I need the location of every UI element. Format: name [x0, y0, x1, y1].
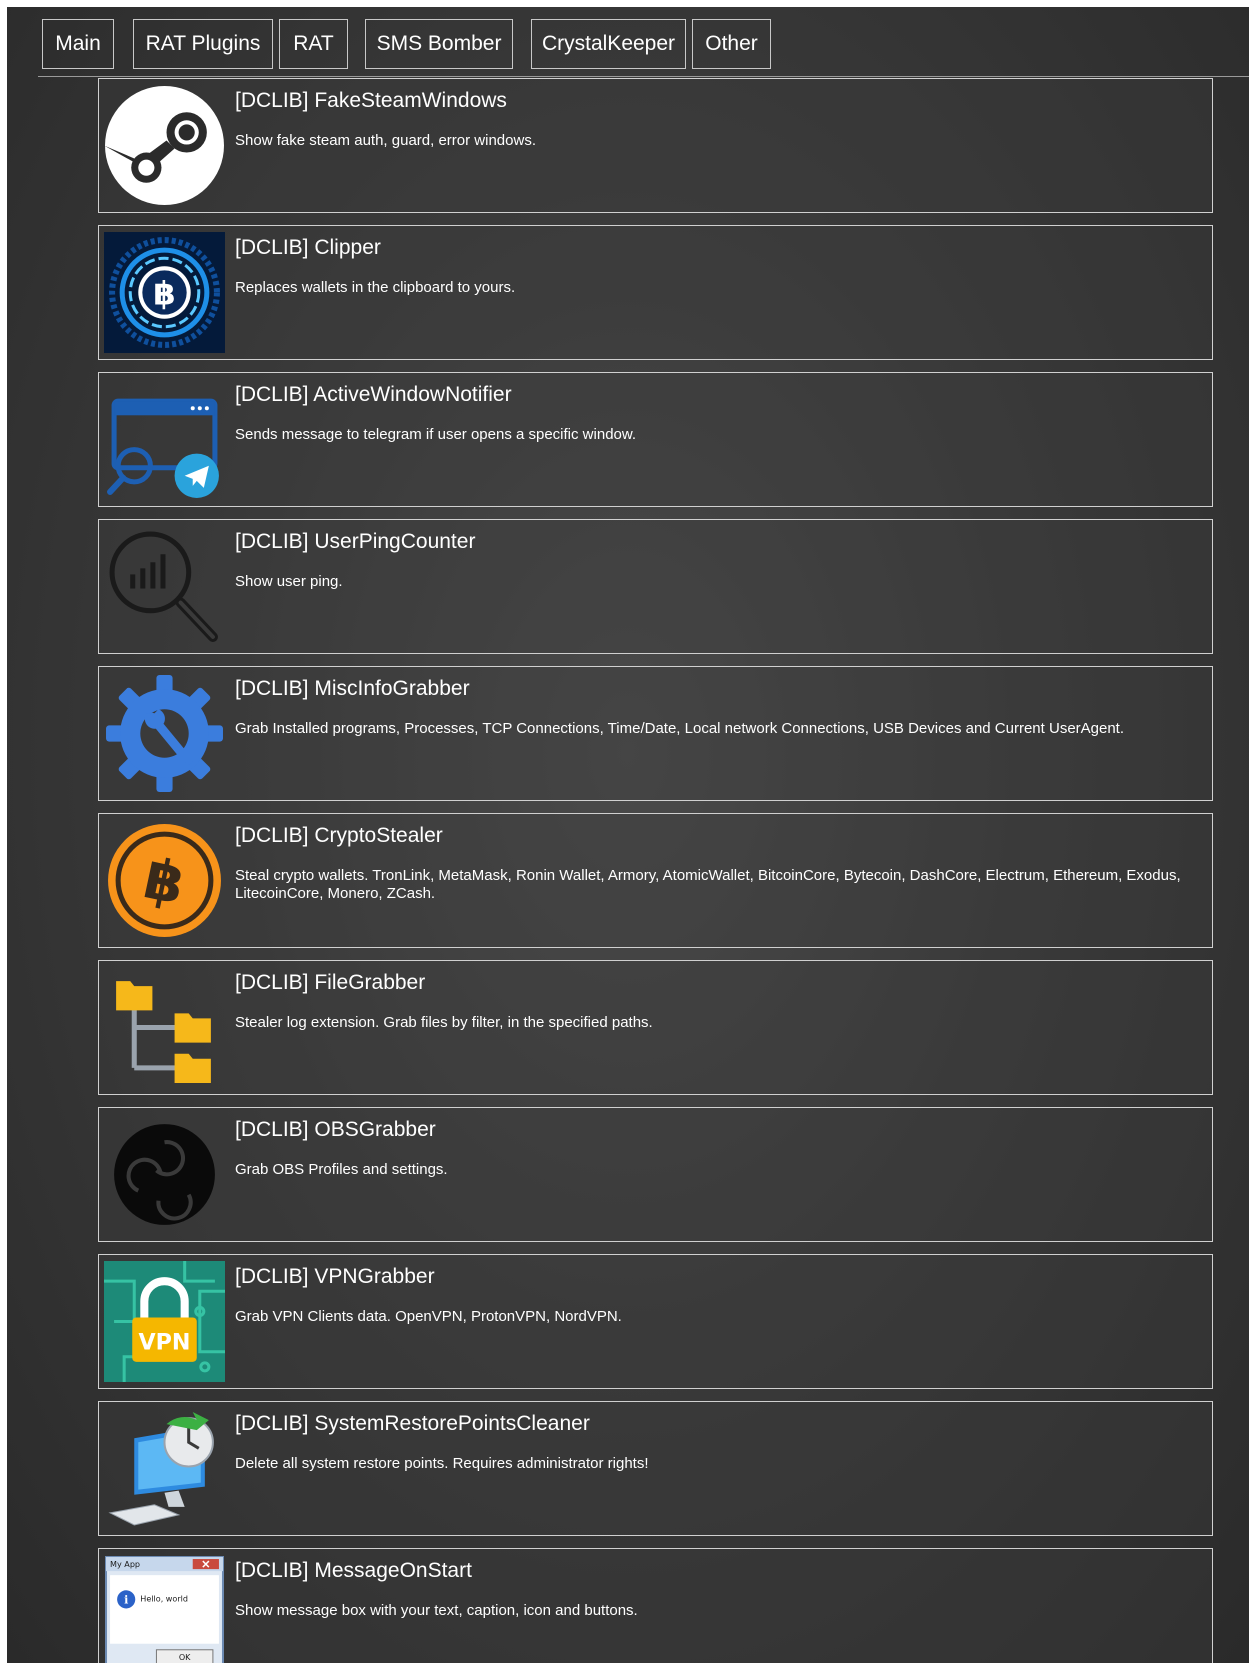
window-telegram-icon [104, 379, 225, 500]
plugin-description: Show user ping. [235, 573, 343, 590]
tab-rat[interactable]: RAT [279, 19, 348, 69]
plugin-description: Replaces wallets in the clipboard to you… [235, 279, 516, 296]
app-window: Main RAT Plugins RAT SMS Bomber CrystalK… [7, 7, 1249, 1663]
plugin-card-vpngrabber[interactable]: VPN [DCLIB] VPNGrabber Grab VPN Clients … [98, 1254, 1213, 1389]
message-box-icon: My App i Hello, world OK [104, 1555, 225, 1663]
plugin-title: [DCLIB] Clipper [235, 236, 381, 259]
plugin-card-filegrabber[interactable]: [DCLIB] FileGrabber Stealer log extensio… [98, 960, 1213, 1095]
plugin-card-obsgrabber[interactable]: [DCLIB] OBSGrabber Grab OBS Profiles and… [98, 1107, 1213, 1242]
plugin-title: [DCLIB] ActiveWindowNotifier [235, 383, 512, 406]
plugin-title: [DCLIB] FakeSteamWindows [235, 89, 507, 112]
plugin-description: Stealer log extension. Grab files by fil… [235, 1014, 653, 1031]
vpn-lock-icon: VPN [104, 1261, 225, 1382]
svg-text:i: i [124, 1593, 128, 1606]
tab-other[interactable]: Other [692, 19, 771, 69]
plugin-description: Show message box with your text, caption… [235, 1602, 638, 1619]
message-box-ok-button: OK [179, 1653, 191, 1662]
message-box-caption: My App [110, 1560, 140, 1569]
plugin-card-fakesteamwindows[interactable]: [DCLIB] FakeSteamWindows Show fake steam… [98, 78, 1213, 213]
tab-sms-bomber[interactable]: SMS Bomber [365, 19, 513, 69]
plugin-title: [DCLIB] FileGrabber [235, 971, 426, 994]
plugin-card-userpingcounter[interactable]: [DCLIB] UserPingCounter Show user ping. [98, 519, 1213, 654]
plugin-description: Grab OBS Profiles and settings. [235, 1161, 448, 1178]
plugin-description: Show fake steam auth, guard, error windo… [235, 132, 536, 149]
plugin-description: Grab Installed programs, Processes, TCP … [235, 720, 1125, 737]
plugin-description: Steal crypto wallets. TronLink, MetaMask… [235, 867, 1181, 902]
plugin-title: [DCLIB] SystemRestorePointsCleaner [235, 1412, 590, 1435]
tab-bar: Main RAT Plugins RAT SMS Bomber CrystalK… [38, 13, 1249, 77]
plugin-description: Delete all system restore points. Requir… [235, 1455, 649, 1472]
magnifier-chart-icon [104, 526, 225, 647]
gear-wrench-icon [104, 673, 225, 794]
plugin-card-systemrestorepointscleaner[interactable]: [DCLIB] SystemRestorePointsCleaner Delet… [98, 1401, 1213, 1536]
plugin-title: [DCLIB] MessageOnStart [235, 1559, 472, 1582]
svg-text:฿: ฿ [153, 275, 175, 313]
bitcoin-coin-icon: ฿ [104, 820, 225, 941]
plugin-card-miscinfograbber[interactable]: [DCLIB] MiscInfoGrabber Grab Installed p… [98, 666, 1213, 801]
folder-tree-icon [104, 967, 225, 1088]
plugin-card-activewindownotifier[interactable]: [DCLIB] ActiveWindowNotifier Sends messa… [98, 372, 1213, 507]
plugin-card-messageonstart[interactable]: My App i Hello, world OK [DCLIB] Message… [98, 1548, 1213, 1663]
plugin-description: Grab VPN Clients data. OpenVPN, ProtonVP… [235, 1308, 622, 1325]
bitcoin-circuit-icon: ฿ [104, 232, 225, 353]
steam-logo-icon [104, 85, 225, 206]
plugin-title: [DCLIB] VPNGrabber [235, 1265, 435, 1288]
plugin-description: Sends message to telegram if user opens … [235, 426, 637, 443]
plugin-card-clipper[interactable]: ฿ [DCLIB] Clipper Replaces wallets in th… [98, 225, 1213, 360]
tab-rat-plugins[interactable]: RAT Plugins [133, 19, 273, 69]
plugin-title: [DCLIB] OBSGrabber [235, 1118, 436, 1141]
tab-main[interactable]: Main [42, 19, 114, 69]
vpn-text: VPN [139, 1330, 191, 1356]
message-box-text: Hello, world [140, 1594, 188, 1603]
plugin-card-cryptostealer[interactable]: ฿ [DCLIB] CryptoStealer Steal crypto wal… [98, 813, 1213, 948]
computer-restore-icon [104, 1408, 225, 1529]
plugin-title: [DCLIB] CryptoStealer [235, 824, 443, 847]
plugin-title: [DCLIB] MiscInfoGrabber [235, 677, 470, 700]
plugin-title: [DCLIB] UserPingCounter [235, 530, 476, 553]
tab-crystalkeeper[interactable]: CrystalKeeper [531, 19, 686, 69]
obs-logo-icon [104, 1114, 225, 1235]
